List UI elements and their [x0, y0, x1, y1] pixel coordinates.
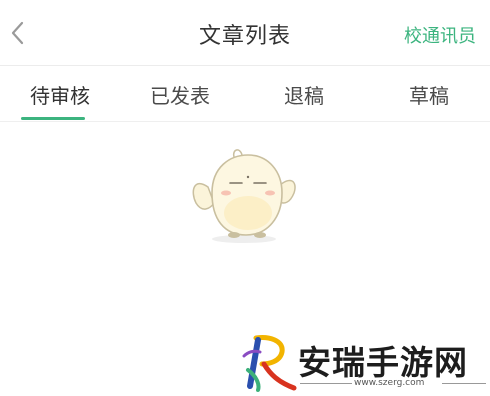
watermark-divider [300, 383, 352, 384]
tab-label: 待审核 [30, 84, 90, 108]
watermark-url: www.szerg.com [354, 378, 425, 388]
empty-state-bird-illustration [192, 149, 296, 243]
tab-rejected[interactable]: 退稿 [243, 66, 365, 122]
tab-label: 退稿 [284, 84, 324, 108]
tab-drafts[interactable]: 草稿 [368, 66, 490, 122]
chevron-left-icon [11, 21, 24, 45]
article-status-tabs: 待审核 已发表 退稿 草稿 [0, 66, 490, 122]
tab-published[interactable]: 已发表 [119, 66, 241, 122]
back-button[interactable] [6, 17, 30, 49]
active-tab-indicator [21, 117, 85, 120]
tab-label: 已发表 [150, 84, 210, 108]
correspondent-button[interactable]: 校通讯员 [404, 22, 476, 48]
watermark-divider [442, 383, 486, 384]
top-nav-bar: 文章列表 校通讯员 [0, 0, 490, 66]
tab-pending-review[interactable]: 待审核 [0, 66, 121, 122]
watermark-site-name: 安瑞手游网 [298, 343, 468, 382]
tab-label: 草稿 [409, 84, 449, 108]
watermark-logo-icon [242, 335, 297, 392]
site-watermark: 安瑞手游网 www.szerg.com [238, 326, 490, 396]
